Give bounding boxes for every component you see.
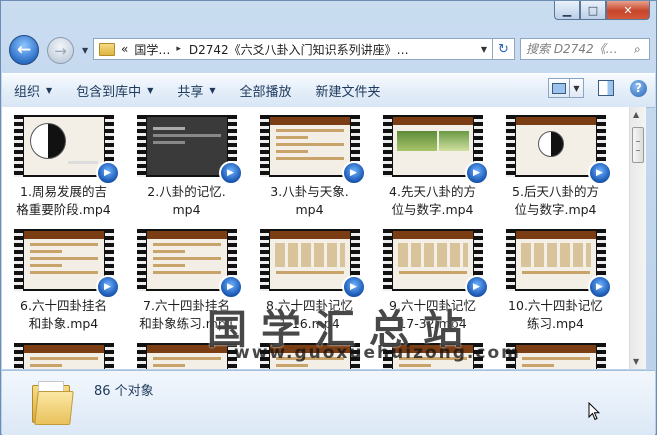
maximize-button[interactable]: □	[580, 1, 606, 20]
video-thumbnail[interactable]: ▶	[382, 229, 489, 299]
include-in-library-menu[interactable]: 包含到库中 ▼	[64, 81, 165, 100]
file-name: 2.八卦的记忆. mp4	[147, 184, 226, 217]
command-bar: 组织 ▼ 包含到库中 ▼ 共享 ▼ 全部播放 新建文件夹 ▼ ?	[2, 73, 655, 108]
forward-button[interactable]: →	[47, 37, 74, 64]
media-player-icon: ▶	[587, 275, 612, 299]
video-thumbnail[interactable]: ▶	[259, 115, 366, 185]
file-name: 4.先天八卦的方 位与数字.mp4	[389, 184, 476, 217]
view-options-dropdown[interactable]: ▼	[570, 78, 584, 98]
view-icon	[552, 82, 566, 94]
scroll-down-icon[interactable]: ▼	[633, 357, 639, 366]
file-item[interactable]: ▶ 6.六十四卦挂名 和卦象.mp4	[2, 229, 125, 333]
share-label: 共享	[177, 85, 204, 100]
file-item[interactable]: ▶	[2, 343, 125, 369]
file-item[interactable]: ▶ 1.周易发展的吉 格重要阶段.mp4	[2, 115, 125, 219]
explorer-window: ▁ □ ✕ ← → ▼ « 国学… ▸ D2742《六爻八卦入门知识系列讲座》……	[0, 0, 657, 435]
media-player-icon: ▶	[341, 275, 366, 299]
media-player-icon: ▶	[95, 275, 120, 299]
new-folder-button[interactable]: 新建文件夹	[304, 81, 393, 100]
vertical-scrollbar[interactable]: ▲ ▼	[629, 107, 646, 369]
breadcrumb-item-current[interactable]: D2742《六爻八卦入门知识系列讲座》…	[189, 41, 409, 58]
file-name: 1.周易发展的吉 格重要阶段.mp4	[16, 184, 111, 217]
media-player-icon: ▶	[464, 275, 489, 299]
video-thumbnail[interactable]: ▶	[136, 229, 243, 299]
change-view-button[interactable]	[548, 78, 570, 98]
chevron-down-icon: ▼	[209, 86, 216, 95]
breadcrumb-separator-icon[interactable]: ▸	[176, 44, 181, 54]
item-count: 86 个对象	[94, 384, 154, 399]
chevron-down-icon: ▼	[46, 86, 53, 95]
breadcrumb-overflow[interactable]: «	[121, 42, 128, 56]
share-menu[interactable]: 共享 ▼	[165, 81, 227, 100]
file-name: 6.六十四卦挂名 和卦象.mp4	[20, 298, 107, 331]
organize-label: 组织	[14, 85, 41, 100]
scroll-thumb[interactable]	[632, 127, 644, 163]
help-icon[interactable]: ?	[630, 79, 647, 97]
toolbar-right: ▼ ?	[548, 78, 647, 98]
file-list: ▶ 1.周易发展的吉 格重要阶段.mp4 ▶ 2.八卦的记忆. mp4 ▶ 3.八卦与天象…	[2, 107, 629, 369]
video-thumbnail[interactable]: ▶	[13, 343, 114, 369]
scroll-up-icon[interactable]: ▲	[633, 110, 639, 119]
folder-icon	[32, 381, 74, 425]
media-player-icon: ▶	[587, 161, 612, 185]
play-all-label: 全部播放	[239, 85, 292, 100]
search-input[interactable]	[521, 42, 634, 56]
address-dropdown-icon[interactable]: ▼	[475, 38, 493, 60]
play-all-button[interactable]: 全部播放	[228, 81, 304, 100]
file-name: 10.六十四卦记忆 练习.mp4	[508, 298, 603, 331]
file-item[interactable]: ▶ 3.八卦与天象. mp4	[248, 115, 371, 219]
media-player-icon: ▶	[218, 275, 243, 299]
refresh-icon: ↻	[498, 41, 509, 57]
new-folder-label: 新建文件夹	[315, 85, 381, 100]
video-thumbnail[interactable]: ▶	[259, 229, 366, 299]
minimize-button[interactable]: ▁	[554, 1, 580, 20]
video-thumbnail[interactable]: ▶	[382, 115, 489, 185]
refresh-button[interactable]: ↻	[493, 38, 515, 60]
file-name: 5.后天八卦的方 位与数字.mp4	[512, 184, 599, 217]
chevron-down-icon: ▼	[147, 86, 154, 95]
video-thumbnail[interactable]: ▶	[505, 229, 612, 299]
media-player-icon: ▶	[218, 161, 243, 185]
forward-arrow-icon: →	[54, 41, 67, 60]
search-box[interactable]: ⌕	[520, 38, 650, 60]
preview-pane-icon[interactable]	[598, 80, 614, 96]
folder-icon	[99, 42, 115, 56]
include-in-library-label: 包含到库中	[76, 85, 142, 100]
search-icon[interactable]: ⌕	[634, 42, 641, 57]
address-bar[interactable]: « 国学… ▸ D2742《六爻八卦入门知识系列讲座》…	[93, 38, 493, 60]
details-pane: 86 个对象	[2, 370, 655, 435]
video-thumbnail[interactable]: ▶	[136, 115, 243, 185]
recent-pages-dropdown[interactable]: ▼	[82, 46, 88, 55]
close-button[interactable]: ✕	[606, 1, 650, 20]
video-thumbnail[interactable]: ▶	[505, 115, 612, 185]
caption-buttons: ▁ □ ✕	[554, 1, 650, 20]
media-player-icon: ▶	[464, 161, 489, 185]
file-item[interactable]: ▶ 5.后天八卦的方 位与数字.mp4	[494, 115, 617, 219]
file-item[interactable]: ▶ 2.八卦的记忆. mp4	[125, 115, 248, 219]
file-name: 3.八卦与天象. mp4	[270, 184, 349, 217]
file-item[interactable]: ▶ 10.六十四卦记忆 练习.mp4	[494, 229, 617, 333]
media-player-icon: ▶	[341, 161, 366, 185]
breadcrumb-item-guoxue[interactable]: 国学…	[134, 41, 170, 58]
back-arrow-icon: ←	[16, 40, 32, 60]
watermark-url: www.guoxuehuizong.com	[234, 343, 521, 363]
organize-menu[interactable]: 组织 ▼	[2, 81, 64, 100]
video-thumbnail[interactable]: ▶	[13, 229, 120, 299]
media-player-icon: ▶	[95, 161, 120, 185]
back-button[interactable]: ←	[9, 35, 39, 65]
file-item[interactable]: ▶ 4.先天八卦的方 位与数字.mp4	[371, 115, 494, 219]
video-thumbnail[interactable]: ▶	[13, 115, 120, 185]
navigation-bar: ← → ▼ « 国学… ▸ D2742《六爻八卦入门知识系列讲座》… ▼ ↻ ⌕	[1, 29, 657, 69]
